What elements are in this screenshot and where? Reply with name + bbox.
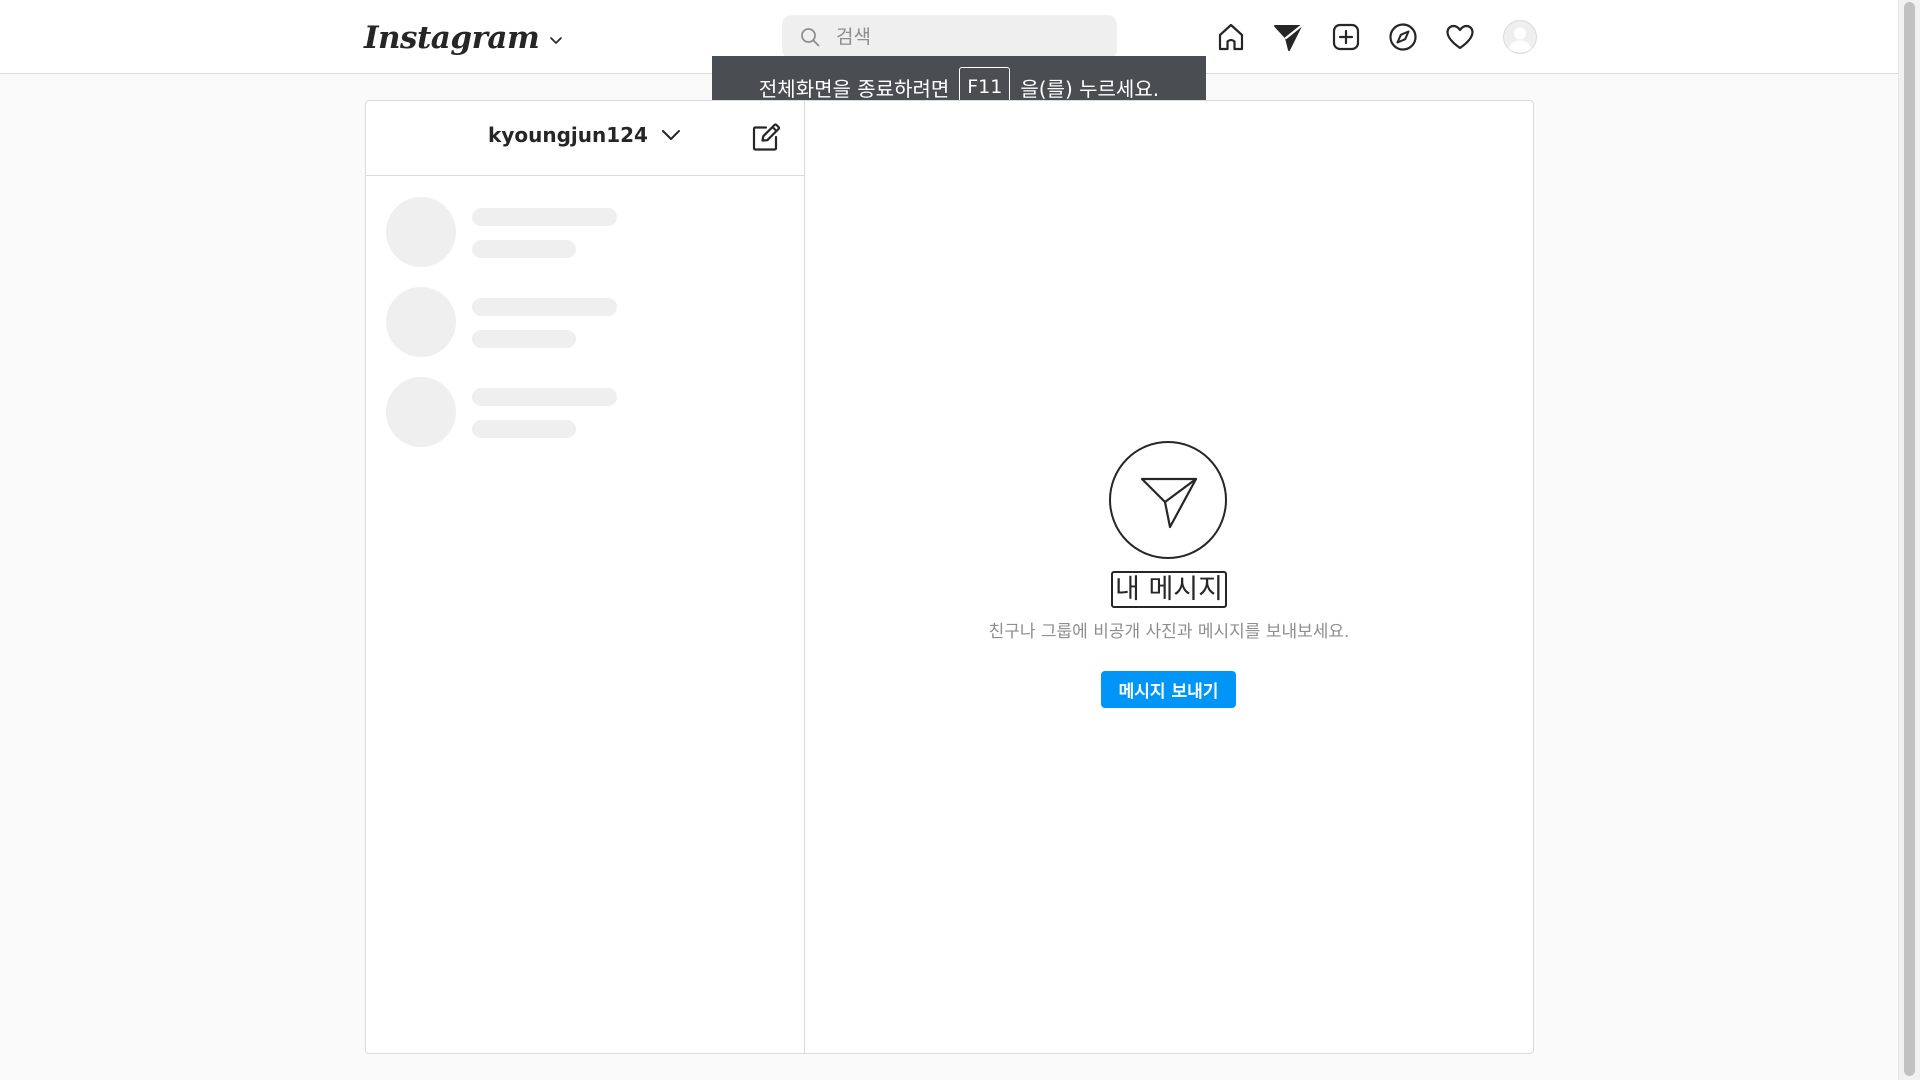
chevron-down-icon: [550, 37, 563, 44]
home-button[interactable]: [1214, 20, 1248, 54]
skeleton-line: [472, 388, 617, 406]
messages-empty-state: 내 메시지 친구나 그룹에 비공개 사진과 메시지를 보내보세요. 메시지 보내…: [805, 101, 1533, 1053]
explore-button[interactable]: [1386, 20, 1420, 54]
conversation-skeleton: [386, 197, 786, 269]
skeleton-line: [472, 420, 576, 438]
account-switcher[interactable]: kyoungjun124: [366, 123, 804, 147]
search-icon: [801, 28, 820, 47]
vertical-scrollbar[interactable]: [1898, 0, 1920, 1080]
instagram-logo: Instagram: [364, 20, 540, 56]
skeleton-avatar: [386, 287, 456, 357]
profile-avatar[interactable]: [1503, 20, 1537, 54]
skeleton-line: [472, 208, 617, 226]
search-input[interactable]: [834, 25, 1098, 49]
skeleton-line: [472, 330, 576, 348]
new-post-button[interactable]: [1329, 20, 1363, 54]
conversation-list-header: kyoungjun124: [366, 101, 804, 176]
toast-prefix: 전체화면을 종료하려면: [758, 76, 950, 101]
chevron-down-icon: [661, 130, 680, 140]
new-post-icon: [1332, 23, 1360, 51]
home-icon: [1218, 23, 1244, 51]
activity-button[interactable]: [1443, 20, 1477, 54]
search-box[interactable]: [782, 15, 1117, 59]
send-message-button[interactable]: 메시지 보내기: [1101, 671, 1236, 708]
direct-circle-icon: [1109, 441, 1227, 559]
conversation-list-column: kyoungjun124: [366, 101, 805, 1053]
direct-message-icon: [1274, 24, 1303, 51]
default-avatar-icon: [1504, 21, 1536, 53]
new-message-button[interactable]: [750, 121, 782, 153]
direct-messages-button[interactable]: [1271, 20, 1305, 54]
skeleton-avatar: [386, 377, 456, 447]
conversation-skeleton: [386, 377, 786, 449]
account-name: kyoungjun124: [488, 123, 648, 147]
scrollbar-thumb[interactable]: [1904, 2, 1915, 1076]
skeleton-avatar: [386, 197, 456, 267]
paper-plane-icon: [1140, 477, 1198, 529]
empty-state-subtitle: 친구나 그룹에 비공개 사진과 메시지를 보내보세요.: [988, 622, 1350, 642]
skeleton-line: [472, 240, 576, 258]
compose-icon: [752, 123, 781, 151]
activity-heart-icon: [1446, 24, 1474, 50]
empty-state-title-wrap: 내 메시지: [805, 571, 1533, 608]
explore-icon: [1389, 23, 1417, 51]
direct-inbox-panel: kyoungjun124 내 메시지 친구나 그룹에 비공개 사진과 메시지를 …: [365, 100, 1534, 1054]
skeleton-line: [472, 298, 617, 316]
toast-suffix: 을(를) 누르세요.: [1020, 76, 1160, 101]
conversation-skeleton: [386, 287, 786, 359]
instagram-logo-switcher[interactable]: Instagram: [364, 14, 563, 62]
empty-state-title: 내 메시지: [1111, 571, 1227, 608]
